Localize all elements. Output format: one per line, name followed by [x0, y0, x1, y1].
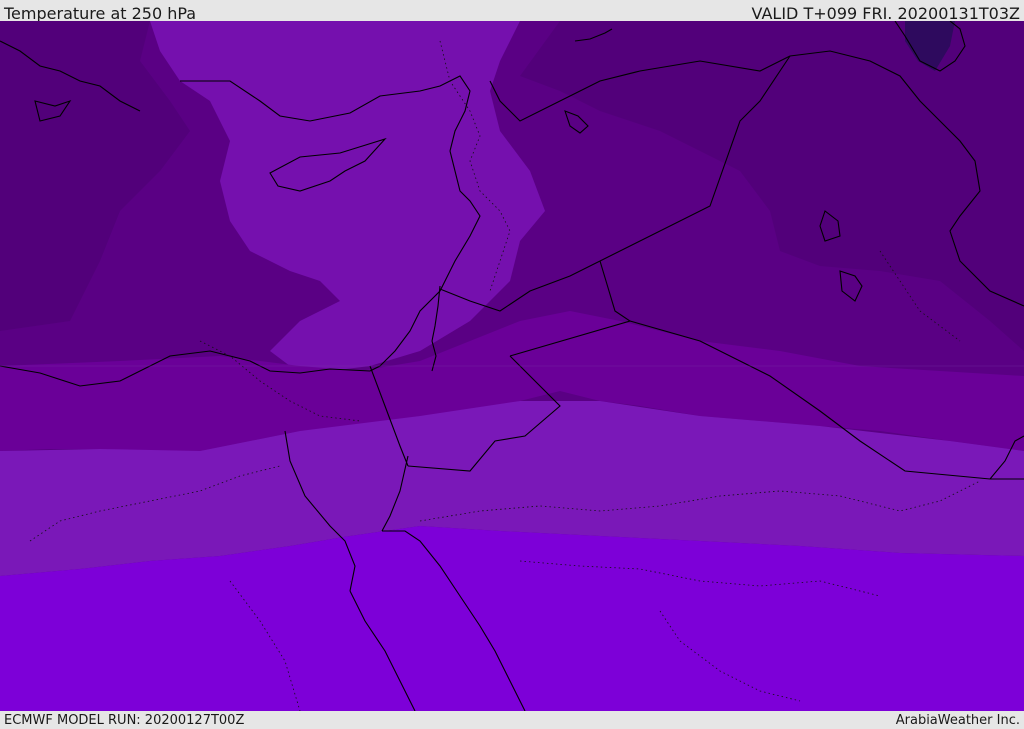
temperature-map [0, 21, 1024, 711]
model-run: ECMWF MODEL RUN: 20200127T00Z [4, 713, 245, 728]
credit: ArabiaWeather Inc. [895, 713, 1020, 728]
map-header: Temperature at 250 hPa VALID T+099 FRI. … [0, 0, 1024, 23]
map-footer: ECMWF MODEL RUN: 20200127T00Z ArabiaWeat… [0, 711, 1024, 729]
